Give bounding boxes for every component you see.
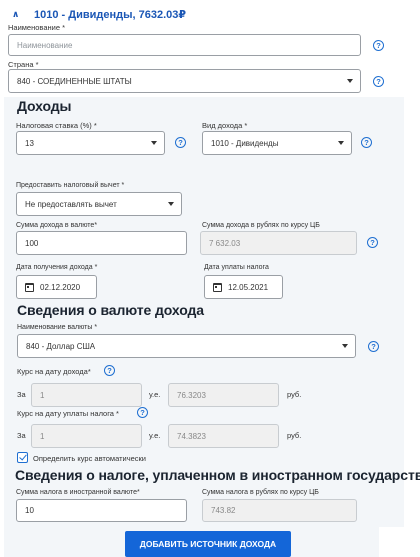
dropdown-arrow-icon bbox=[347, 79, 353, 83]
calendar-icon bbox=[25, 282, 34, 292]
country-value: 840 - СОЕДИНЕННЫЕ ШТАТЫ bbox=[17, 76, 132, 86]
rate-income-ue: у.е. bbox=[149, 390, 161, 399]
rate-tax-units: 1 bbox=[31, 424, 142, 448]
deduction-label: Предоставить налоговый вычет * bbox=[16, 182, 125, 189]
help-icon[interactable]: ? bbox=[373, 76, 384, 87]
tax-date-value: 12.05.2021 bbox=[228, 282, 269, 292]
amount-currency-input[interactable]: 100 bbox=[16, 231, 187, 255]
tax-rub-label: Сумма налога в рублях по курсу ЦБ bbox=[202, 489, 319, 496]
add-income-source-button[interactable]: ДОБАВИТЬ ИСТОЧНИК ДОХОДА bbox=[125, 531, 291, 557]
income-date-value: 02.12.2020 bbox=[40, 282, 81, 292]
help-icon[interactable]: ? bbox=[361, 137, 372, 148]
rate-income-value: 76.3203 bbox=[168, 383, 279, 407]
name-input[interactable]: Наименование bbox=[8, 34, 361, 56]
deduction-select[interactable]: Не предоставлять вычет bbox=[16, 192, 182, 216]
currency-name-label: Наименование валюты * bbox=[17, 324, 98, 331]
name-label: Наименование * bbox=[8, 23, 65, 32]
help-icon[interactable]: ? bbox=[373, 40, 384, 51]
income-date-input[interactable]: 02.12.2020 bbox=[16, 275, 97, 299]
dropdown-arrow-icon bbox=[168, 202, 174, 206]
calendar-icon bbox=[213, 282, 222, 292]
income-date-label: Дата получения дохода * bbox=[16, 264, 98, 271]
amount-rub-field: 7 632.03 bbox=[200, 231, 357, 255]
tax-rub-field: 743.82 bbox=[202, 499, 357, 522]
income-type-select[interactable]: 1010 - Дивиденды bbox=[202, 131, 352, 155]
rate-tax-value: 74.3823 bbox=[168, 424, 279, 448]
rate-income-label: Курс на дату дохода* bbox=[17, 367, 91, 376]
country-label: Страна * bbox=[8, 60, 39, 69]
dropdown-arrow-icon bbox=[338, 141, 344, 145]
foreign-tax-section-title: Сведения о налоге, уплаченном в иностран… bbox=[15, 467, 420, 483]
amount-rub-label: Сумма дохода в рублях по курсу ЦБ bbox=[202, 222, 320, 229]
tax-date-label: Дата уплаты налога bbox=[204, 264, 269, 271]
tax-rate-select[interactable]: 13 bbox=[16, 131, 165, 155]
help-icon[interactable]: ? bbox=[104, 365, 115, 376]
income-source-header[interactable]: ∧ 1010 - Дивиденды, 7632.03₽ bbox=[12, 7, 186, 21]
dropdown-arrow-icon bbox=[151, 141, 157, 145]
income-type-label: Вид дохода * bbox=[202, 121, 248, 130]
income-section-title: Доходы bbox=[17, 98, 72, 114]
rate-tax-ue: у.е. bbox=[149, 431, 161, 440]
tax-rate-value: 13 bbox=[25, 138, 34, 148]
currency-select[interactable]: 840 - Доллар США bbox=[17, 334, 356, 358]
amount-currency-label: Сумма дохода в валюте* bbox=[16, 222, 98, 229]
tax-currency-input[interactable]: 10 bbox=[16, 499, 187, 522]
currency-section-title: Сведения о валюте дохода bbox=[17, 302, 204, 318]
income-type-value: 1010 - Дивиденды bbox=[211, 138, 279, 148]
dropdown-arrow-icon bbox=[342, 344, 348, 348]
help-icon[interactable]: ? bbox=[137, 407, 148, 418]
income-source-title: 1010 - Дивиденды, 7632.03₽ bbox=[34, 8, 187, 21]
auto-rate-label: Определить курс автоматически bbox=[33, 454, 146, 463]
deduction-value: Не предоставлять вычет bbox=[25, 199, 117, 209]
rate-tax-rub: руб. bbox=[287, 431, 302, 440]
chevron-up-icon: ∧ bbox=[12, 8, 20, 19]
rate-income-za: За bbox=[17, 390, 26, 399]
tax-date-input[interactable]: 12.05.2021 bbox=[204, 275, 283, 299]
country-select[interactable]: 840 - СОЕДИНЕННЫЕ ШТАТЫ bbox=[8, 69, 361, 93]
rate-tax-za: За bbox=[17, 431, 26, 440]
rate-income-rub: руб. bbox=[287, 390, 302, 399]
help-icon[interactable]: ? bbox=[175, 137, 186, 148]
help-icon[interactable]: ? bbox=[367, 237, 378, 248]
tax-currency-label: Сумма налога в иностранной валюте* bbox=[16, 489, 140, 496]
help-icon[interactable]: ? bbox=[368, 341, 379, 352]
currency-value: 840 - Доллар США bbox=[26, 341, 96, 351]
auto-rate-checkbox[interactable] bbox=[17, 452, 28, 463]
tax-rate-label: Налоговая ставка (%) * bbox=[16, 121, 97, 130]
rate-tax-label: Курс на дату уплаты налога * bbox=[17, 409, 119, 418]
rate-income-units: 1 bbox=[31, 383, 142, 407]
